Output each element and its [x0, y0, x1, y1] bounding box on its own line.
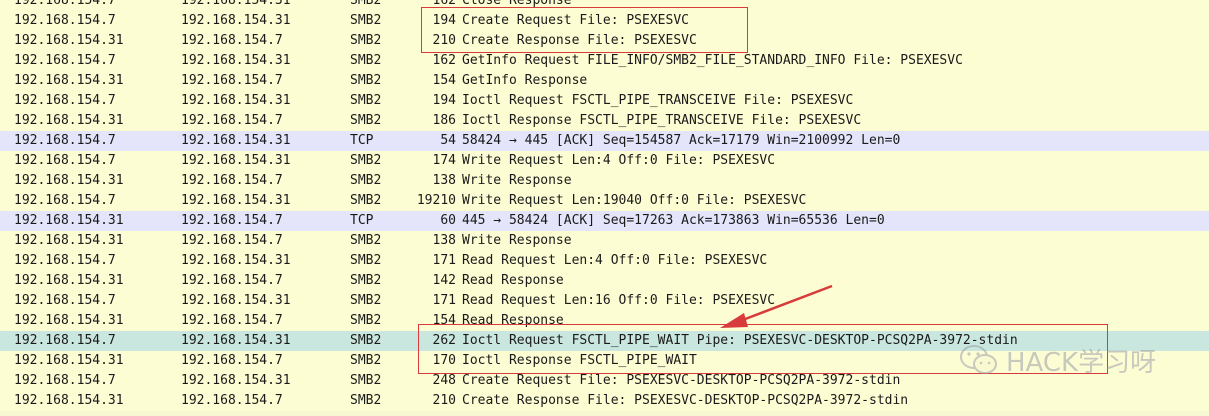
watermark-text: HACK学习呀	[1006, 347, 1157, 378]
watermark: HACK学习呀	[960, 340, 1156, 380]
wechat-icon	[960, 345, 997, 374]
